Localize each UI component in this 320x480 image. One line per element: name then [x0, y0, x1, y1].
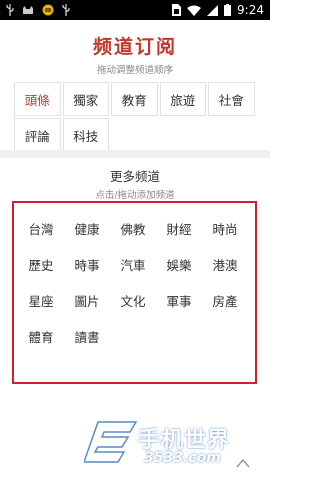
usb-icon: [6, 4, 14, 16]
more-channel-tile[interactable]: 星座: [18, 282, 64, 318]
more-channel-tile[interactable]: 房產: [202, 282, 248, 318]
battery-app-icon: [42, 4, 54, 16]
clock: 9:24: [237, 3, 264, 17]
section-divider: [0, 150, 270, 158]
subscribed-channel-tile[interactable]: 教育: [111, 82, 158, 116]
more-channel-tile[interactable]: 軍事: [156, 282, 202, 318]
more-channel-tile[interactable]: 台灣: [18, 210, 64, 246]
sim-icon: [172, 4, 182, 16]
more-channel-tile[interactable]: 財經: [156, 210, 202, 246]
more-channel-tile[interactable]: 讀書: [64, 318, 110, 354]
add-channel-hint: 点击/拖动添加频道: [95, 190, 175, 201]
signal-icon: [207, 4, 219, 16]
more-channel-tile[interactable]: 文化: [110, 282, 156, 318]
subscribed-channel-tile[interactable]: 旅遊: [159, 82, 206, 116]
battery-icon: [224, 4, 232, 16]
subscribed-channel-tile[interactable]: 社會: [208, 82, 255, 116]
watermark-site: 3533.com: [144, 450, 221, 466]
subscribed-channel-grid: 頭條 獨家 教育 旅遊 社會 評論 科技: [14, 82, 255, 152]
chevron-up-icon[interactable]: [236, 458, 250, 468]
cat-icon: [22, 5, 34, 15]
wifi-icon: [187, 5, 202, 16]
more-channel-tile[interactable]: 圖片: [64, 282, 110, 318]
subscribed-channel-tile[interactable]: 頭條: [14, 82, 61, 116]
status-bar: 9:24: [0, 0, 270, 20]
usb-icon: [62, 4, 70, 16]
more-channels-title: 更多频道: [109, 169, 160, 184]
more-channel-tile[interactable]: 健康: [64, 210, 110, 246]
subscribed-channel-tile[interactable]: 科技: [62, 118, 109, 152]
more-channel-tile[interactable]: 佛教: [110, 210, 156, 246]
status-right-icons: 9:24: [172, 3, 264, 17]
more-channel-tile[interactable]: 時事: [64, 246, 110, 282]
subscribed-channel-tile[interactable]: 獨家: [62, 82, 109, 116]
more-channel-tile[interactable]: 娛樂: [156, 246, 202, 282]
subscribed-channel-tile[interactable]: 評論: [14, 118, 61, 152]
reorder-hint: 拖动调整频道顺序: [96, 65, 173, 76]
more-channel-tile[interactable]: 歷史: [18, 246, 64, 282]
page-title: 频道订阅: [92, 36, 177, 58]
more-channel-tile[interactable]: 體育: [18, 318, 64, 354]
more-channel-tile[interactable]: 時尚: [202, 210, 248, 246]
more-channel-tile[interactable]: 汽車: [110, 246, 156, 282]
status-left-icons: [6, 4, 70, 16]
more-channel-tile[interactable]: 港澳: [202, 246, 248, 282]
watermark-logo-icon: [84, 421, 138, 463]
more-channel-grid: 台灣 健康 佛教 財經 時尚 歷史 時事 汽車 娛樂 港澳 星座 圖片 文化 軍…: [18, 210, 248, 354]
